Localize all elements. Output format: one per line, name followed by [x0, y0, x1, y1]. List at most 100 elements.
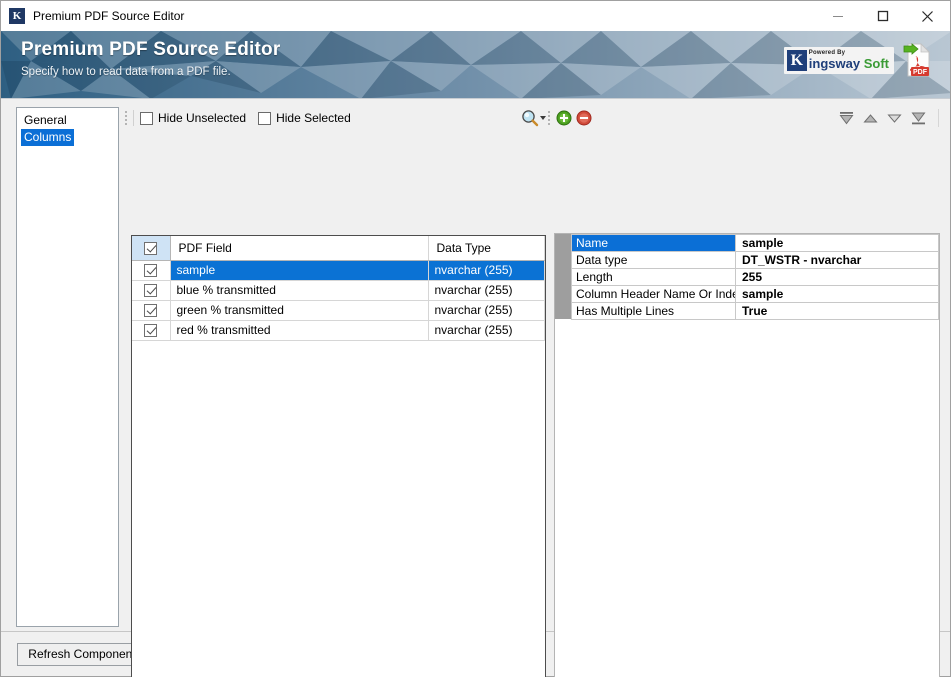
editor-page-list[interactable]: General Columns	[16, 107, 119, 627]
kingswaysoft-logo: K Powered By ingsway Soft	[783, 46, 894, 74]
row-checkbox[interactable]	[144, 324, 158, 338]
row-checkbox-cell[interactable]	[132, 260, 171, 281]
main-content: General Columns Hide Unselected Hide Sel…	[1, 99, 950, 677]
field-grid-toolbar: Hide Unselected Hide Selected	[131, 107, 546, 129]
banner-subtitle: Specify how to read data from a PDF file…	[21, 66, 231, 78]
hide-selected-checkbox[interactable]: Hide Selected	[258, 111, 351, 125]
move-to-bottom-icon[interactable]	[910, 111, 927, 126]
property-row-name[interactable]: Name sample	[571, 234, 939, 252]
row-field-name[interactable]: sample	[170, 260, 429, 281]
hide-unselected-checkbox-box[interactable]	[140, 111, 153, 125]
banner-text-block: Premium PDF Source Editor Specify how to…	[21, 39, 280, 78]
property-row-length[interactable]: Length 255	[571, 268, 939, 286]
maximize-button[interactable]	[860, 1, 905, 31]
banner-title: Premium PDF Source Editor	[21, 39, 281, 60]
header-banner: Premium PDF Source Editor Specify how to…	[1, 31, 950, 99]
hide-selected-label: Hide Selected	[276, 111, 351, 125]
row-checkbox-cell[interactable]	[132, 280, 171, 301]
magnifier-icon[interactable]	[521, 109, 539, 127]
move-down-button[interactable]	[884, 108, 904, 128]
pdf-file-icon: PDF	[903, 43, 930, 77]
minimize-button[interactable]	[815, 1, 860, 31]
pdf-field-grid[interactable]: PDF Field Data Type sample nvarchar (255…	[131, 235, 546, 677]
pdf-field-table: PDF Field Data Type sample nvarchar (255…	[132, 236, 545, 341]
soft-word: Soft	[863, 56, 889, 71]
refresh-component-button[interactable]: Refresh Component	[17, 642, 147, 666]
sidebar-item-columns[interactable]: Columns	[21, 129, 75, 146]
add-column-icon[interactable]	[556, 110, 572, 126]
window-controls	[815, 1, 950, 31]
move-up-icon[interactable]	[862, 111, 879, 126]
table-header-row: PDF Field Data Type	[132, 236, 545, 261]
table-row[interactable]: green % transmitted nvarchar (255)	[132, 300, 545, 321]
kingswaysoft-name: ingsway Soft	[809, 57, 889, 70]
row-checkbox[interactable]	[144, 284, 158, 298]
premium-pdf-source-editor-window: K Premium PDF Source Editor Premium PDF …	[0, 0, 951, 677]
sidebar-item-general[interactable]: General	[21, 112, 70, 129]
table-row[interactable]: sample nvarchar (255)	[132, 260, 545, 281]
app-kingsway-k-icon: K	[9, 8, 25, 24]
hide-unselected-checkbox[interactable]: Hide Unselected	[140, 111, 246, 125]
row-field-name[interactable]: blue % transmitted	[170, 280, 429, 301]
close-button[interactable]	[905, 1, 950, 31]
kingsway-word: ingsway	[808, 56, 861, 71]
property-grid-gutter	[555, 234, 571, 319]
chevron-down-icon[interactable]	[540, 116, 546, 120]
property-row-data-type[interactable]: Data type DT_WSTR - nvarchar	[571, 251, 939, 269]
table-row[interactable]: blue % transmitted nvarchar (255)	[132, 280, 545, 301]
hide-unselected-label: Hide Unselected	[158, 111, 247, 125]
property-label: Data type	[571, 251, 736, 269]
search-dropdown-button[interactable]	[521, 109, 546, 127]
property-value[interactable]: DT_WSTR - nvarchar	[735, 251, 939, 269]
remove-column-button[interactable]	[574, 108, 594, 128]
select-all-checkbox[interactable]	[144, 241, 158, 255]
table-row[interactable]: red % transmitted nvarchar (255)	[132, 320, 545, 341]
hide-selected-checkbox-box[interactable]	[258, 111, 272, 125]
property-label: Name	[571, 234, 736, 252]
svg-text:PDF: PDF	[913, 69, 928, 76]
move-up-button[interactable]	[860, 108, 880, 128]
banner-logos: K Powered By ingsway Soft PDF	[783, 43, 932, 77]
toolbar-separator	[133, 110, 134, 126]
remove-column-icon[interactable]	[576, 110, 592, 126]
property-value[interactable]: sample	[735, 285, 939, 303]
row-data-type[interactable]: nvarchar (255)	[428, 260, 545, 281]
move-down-icon[interactable]	[886, 111, 903, 126]
row-data-type[interactable]: nvarchar (255)	[428, 280, 545, 301]
move-to-top-button[interactable]	[836, 108, 856, 128]
toolbar-end-separator	[938, 109, 939, 127]
table-body: sample nvarchar (255) blue % transmitted…	[132, 260, 545, 341]
row-checkbox[interactable]	[144, 304, 158, 318]
row-field-name[interactable]: red % transmitted	[170, 320, 429, 341]
property-table: Name sample Data type DT_WSTR - nvarchar…	[571, 234, 939, 320]
row-field-name[interactable]: green % transmitted	[170, 300, 429, 321]
property-row-has-multiple-lines[interactable]: Has Multiple Lines True	[571, 302, 939, 320]
title-bar: K Premium PDF Source Editor	[1, 1, 950, 31]
column-property-grid[interactable]: Name sample Data type DT_WSTR - nvarchar…	[554, 233, 940, 677]
kingsway-k-icon: K	[786, 49, 807, 71]
toolbar-grip-right[interactable]	[548, 109, 552, 127]
move-to-top-icon[interactable]	[838, 111, 855, 126]
row-checkbox-cell[interactable]	[132, 320, 171, 341]
add-column-button[interactable]	[554, 108, 574, 128]
row-checkbox-cell[interactable]	[132, 300, 171, 321]
column-header-pdf-field[interactable]: PDF Field	[170, 236, 429, 261]
property-value[interactable]: sample	[735, 234, 939, 252]
property-grid-body: Name sample Data type DT_WSTR - nvarchar…	[571, 234, 939, 677]
property-row-column-header-name-or-index[interactable]: Column Header Name Or Index sample	[571, 285, 939, 303]
property-value[interactable]: 255	[735, 268, 939, 286]
property-grid-toolbar	[554, 107, 939, 129]
row-data-type[interactable]: nvarchar (255)	[428, 300, 545, 321]
reorder-buttons	[836, 108, 939, 128]
property-label: Length	[571, 268, 736, 286]
window-title: Premium PDF Source Editor	[33, 9, 185, 23]
property-label: Has Multiple Lines	[571, 302, 736, 320]
property-value[interactable]: True	[735, 302, 939, 320]
row-checkbox[interactable]	[144, 264, 158, 278]
select-all-header-cell[interactable]	[132, 236, 171, 261]
move-to-bottom-button[interactable]	[908, 108, 928, 128]
column-header-data-type[interactable]: Data Type	[428, 236, 545, 261]
property-label: Column Header Name Or Index	[571, 285, 736, 303]
toolbar-grip-left[interactable]	[125, 109, 129, 127]
row-data-type[interactable]: nvarchar (255)	[428, 320, 545, 341]
